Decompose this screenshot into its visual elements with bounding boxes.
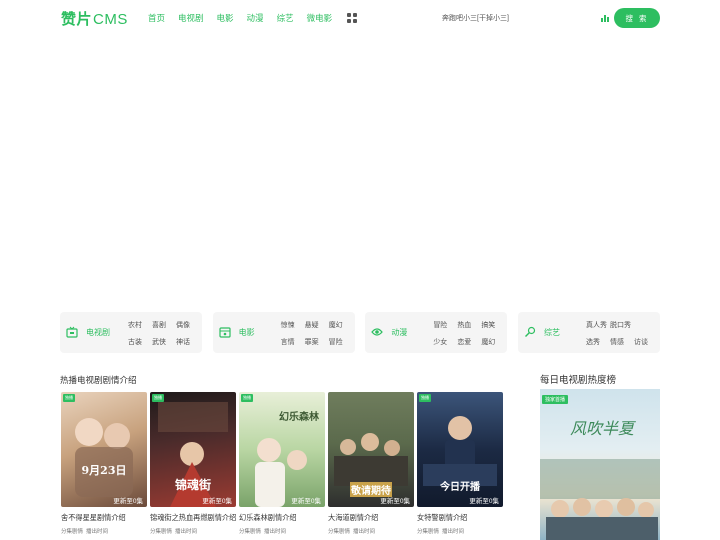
update-status: 更新至0集	[380, 498, 410, 505]
drama-poster[interactable]: 独播 今日开播 更新至0集	[417, 392, 503, 507]
exclusive-badge: 独播	[419, 394, 431, 402]
section-title-hot-dramas: 热播电视剧剧情介绍	[60, 375, 137, 385]
drama-title[interactable]: 舍不得星星剧情介绍	[61, 513, 147, 523]
update-status: 更新至0集	[113, 498, 143, 505]
airtime-link[interactable]: 播出时间	[353, 529, 375, 535]
drama-card[interactable]: 敬请期待 更新至0集 大海道剧情介绍 分集剧情 播出时间	[328, 392, 414, 535]
category-link[interactable]: 武侠	[152, 337, 176, 347]
search-button[interactable]: 搜 索	[614, 8, 660, 28]
airtime-link[interactable]: 播出时间	[175, 529, 197, 535]
episode-link[interactable]: 分集剧情	[328, 529, 350, 535]
ranking-top-poster[interactable]: 独家首播 风吹半夏	[540, 389, 660, 540]
drama-title[interactable]: 女特警剧情介绍	[417, 513, 503, 523]
poster-art	[75, 418, 133, 497]
category-link[interactable]: 恋爱	[457, 337, 481, 347]
drama-poster[interactable]: 敬请期待 更新至0集	[328, 392, 414, 507]
category-panel: 电视剧 农村 喜剧 偶像 古装 武侠 神话 电影 惊悚 悬疑 魔幻 言情 罪案 …	[60, 312, 660, 353]
exclusive-badge: 独播	[63, 394, 75, 402]
category-link[interactable]: 搞笑	[481, 320, 505, 330]
drama-card[interactable]: 独播 锦魂街 更新至0集 锦魂街之热血再燃剧情介绍 分集剧情 播出时间	[150, 392, 236, 535]
drama-card[interactable]: 独播 幻乐森林 更新至0集 幻乐森林剧情介绍 分集剧情 播出时间	[239, 392, 325, 535]
episode-link[interactable]: 分集剧情	[61, 529, 83, 535]
exclusive-badge: 独播	[152, 394, 164, 402]
category-variety: 综艺 真人秀 脱口秀 选秀 情感 访谈	[517, 312, 660, 353]
category-link[interactable]: 冒险	[329, 337, 353, 347]
category-link[interactable]: 偶像	[176, 320, 200, 330]
category-tv: 电视剧 农村 喜剧 偶像 古装 武侠 神话	[60, 312, 202, 353]
drama-poster[interactable]: 独播 幻乐森林 更新至0集	[239, 392, 325, 507]
category-link[interactable]: 惊悚	[281, 320, 305, 330]
category-link[interactable]: 言情	[281, 337, 305, 347]
poster-text: 今日开播	[440, 482, 480, 493]
drama-card[interactable]: 独播 9月23日 更新至0集 舍不得星星剧情介绍 分集剧情 播出时间	[61, 392, 147, 535]
airtime-link[interactable]: 播出时间	[86, 529, 108, 535]
category-title[interactable]: 电影	[239, 327, 255, 338]
nav-micro-film[interactable]: 微电影	[307, 12, 333, 24]
airtime-link[interactable]: 播出时间	[264, 529, 286, 535]
nav-home[interactable]: 首页	[148, 12, 165, 24]
hot-rank-icon[interactable]	[601, 14, 611, 22]
poster-art	[540, 459, 660, 540]
poster-text: 风吹半夏	[570, 419, 635, 438]
category-movie: 电影 惊悚 悬疑 魔幻 言情 罪案 冒险	[212, 312, 355, 353]
film-icon	[219, 327, 231, 338]
update-status: 更新至0集	[202, 498, 232, 505]
category-link[interactable]: 魔幻	[329, 320, 353, 330]
site-header: 赞片CMS 首页 电视剧 电影 动漫 综艺 微电影 搜 索	[0, 0, 720, 36]
category-title[interactable]: 电视剧	[86, 327, 110, 338]
category-link[interactable]: 情感	[610, 337, 634, 347]
category-link[interactable]: 脱口秀	[610, 320, 634, 330]
mic-icon	[524, 326, 536, 337]
drama-poster[interactable]: 独播 锦魂街 更新至0集	[150, 392, 236, 507]
exclusive-premiere-badge: 独家首播	[542, 395, 569, 404]
section-title-daily-ranking: 每日电视剧热度榜	[540, 375, 617, 386]
category-title[interactable]: 综艺	[544, 327, 560, 338]
category-link[interactable]: 魔幻	[481, 337, 505, 347]
poster-text: 幻乐森林	[279, 412, 319, 423]
drama-title[interactable]: 锦魂街之热血再燃剧情介绍	[150, 513, 236, 523]
update-status: 更新至0集	[291, 498, 321, 505]
tv-icon	[66, 326, 78, 338]
category-link[interactable]: 农村	[128, 320, 152, 330]
poster-text: 9月23日	[81, 464, 127, 477]
category-link[interactable]: 喜剧	[152, 320, 176, 330]
category-link[interactable]: 热血	[457, 320, 481, 330]
drama-card[interactable]: 独播 今日开播 更新至0集 女特警剧情介绍 分集剧情 播出时间	[417, 392, 503, 535]
nav-variety[interactable]: 综艺	[277, 12, 294, 24]
drama-title[interactable]: 大海道剧情介绍	[328, 513, 414, 523]
nav-anime[interactable]: 动漫	[247, 12, 264, 24]
category-title[interactable]: 动漫	[391, 327, 407, 338]
drama-card-list: 独播 9月23日 更新至0集 舍不得星星剧情介绍 分集剧情 播出时间 独播 锦魂街…	[61, 392, 506, 535]
episode-link[interactable]: 分集剧情	[150, 529, 172, 535]
airtime-link[interactable]: 播出时间	[442, 529, 464, 535]
drama-title[interactable]: 幻乐森林剧情介绍	[239, 513, 325, 523]
main-nav: 首页 电视剧 电影 动漫 综艺 微电影	[148, 12, 358, 24]
anime-icon	[371, 328, 384, 336]
category-link[interactable]: 真人秀	[586, 320, 610, 330]
grid-menu-icon[interactable]	[347, 12, 358, 23]
drama-poster[interactable]: 独播 9月23日 更新至0集	[61, 392, 147, 507]
category-link[interactable]: 选秀	[586, 337, 610, 347]
category-link[interactable]: 罪案	[305, 337, 329, 347]
search-input[interactable]	[442, 8, 592, 28]
category-link[interactable]: 访谈	[634, 337, 658, 347]
update-status: 更新至0集	[469, 498, 499, 505]
search-bar: 搜 索	[437, 8, 660, 28]
search-box	[437, 8, 617, 28]
category-anime: 动漫 冒险 热血 搞笑 少女 恋爱 魔幻	[365, 312, 508, 353]
site-logo[interactable]: 赞片CMS	[61, 8, 128, 29]
episode-link[interactable]: 分集剧情	[417, 529, 439, 535]
exclusive-badge: 独播	[241, 394, 253, 402]
episode-link[interactable]: 分集剧情	[239, 529, 261, 535]
nav-tv[interactable]: 电视剧	[178, 12, 204, 24]
category-link[interactable]: 神话	[176, 337, 200, 347]
category-link[interactable]: 少女	[433, 337, 457, 347]
nav-movie[interactable]: 电影	[217, 12, 234, 24]
category-link[interactable]: 古装	[128, 337, 152, 347]
category-link[interactable]: 冒险	[433, 320, 457, 330]
poster-text: 锦魂街	[174, 478, 211, 492]
category-link[interactable]: 悬疑	[305, 320, 329, 330]
